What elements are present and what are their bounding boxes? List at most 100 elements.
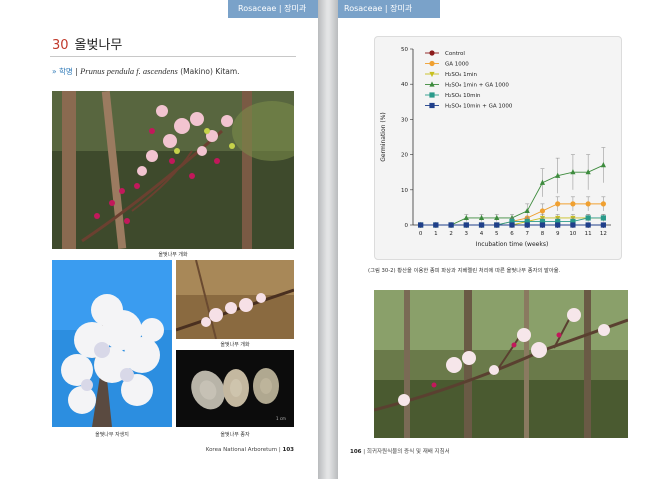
data-point: [478, 214, 485, 221]
x-axis-label: Incubation time (weeks): [476, 241, 549, 248]
data-point: [539, 222, 546, 228]
flowering-branch-photo: [374, 290, 628, 438]
data-point: [555, 222, 561, 228]
data-point: [555, 201, 561, 207]
family-name: Rosaceae: [344, 4, 383, 13]
tab-separator: |: [384, 4, 388, 13]
y-tick-label: 0: [405, 223, 409, 229]
figure-caption: (그림 30-2) 황산을 이용한 종피 파상과 지베렐린 처리에 따른 올벚나…: [368, 268, 561, 274]
data-point: [539, 208, 546, 214]
data-point: [463, 222, 469, 228]
footer-separator: |: [278, 447, 281, 453]
right-page: Rosaceae | 장미과 0 10 20 30 40 50 0 1 2 3 4 5 6 7 8 9 10 11…: [338, 0, 650, 479]
page-number: 103: [282, 447, 294, 453]
data-point: [509, 222, 515, 228]
photo-caption: 올벚나무 개화: [158, 252, 188, 258]
scientific-authority: (Makino) Kitam.: [180, 67, 240, 76]
x-tick-label: 2: [449, 231, 453, 237]
section-tab: Rosaceae | 장미과: [228, 0, 318, 18]
germination-chart: 010203040500 1 2 3 4 5 6 7 8 9 10 11 12 ControlGA 10…: [380, 47, 611, 248]
page-number: 106: [350, 449, 362, 455]
x-tick-label: 10: [569, 231, 576, 237]
chart-panel: 0 10 20 30 40 50 0 1 2 3 4 5 6 7 8 9 10 11 12 Control GA 10…: [374, 36, 622, 260]
x-tick-label: 11: [585, 231, 592, 237]
blossom-photo: [52, 91, 294, 249]
family-name: Rosaceae: [238, 4, 277, 13]
x-tick-label: 1: [434, 231, 438, 237]
data-point: [494, 214, 500, 221]
data-point: [600, 201, 606, 207]
data-point: [429, 71, 435, 78]
data-point: [524, 207, 530, 214]
scientific-label: 학명: [58, 67, 73, 76]
x-tick-label: 12: [600, 231, 607, 237]
data-point: [524, 222, 530, 228]
data-point: [600, 215, 606, 221]
data-point: [570, 169, 576, 175]
data-point: [429, 81, 435, 87]
data-point: [429, 92, 435, 98]
scale-label: 1 cm: [276, 416, 286, 421]
legend-label: H₂SO₄ 1min + GA 1000: [445, 83, 509, 89]
data-point: [570, 201, 576, 207]
x-tick-label: 5: [495, 231, 499, 237]
data-point: [585, 215, 591, 221]
seed-photo: 1 cm: [176, 350, 294, 427]
data-point: [429, 50, 435, 56]
tab-separator: |: [278, 4, 282, 13]
data-point: [463, 214, 469, 221]
legend-label: GA 1000: [445, 62, 469, 68]
data-point: [585, 222, 591, 228]
x-tick-label: 6: [510, 231, 514, 237]
species-number: 30: [52, 38, 69, 53]
y-tick-label: 20: [401, 153, 408, 159]
y-tick-label: 10: [401, 188, 408, 194]
section-tab: Rosaceae | 장미과: [338, 0, 440, 18]
footer-separator: |: [363, 449, 366, 455]
book-gutter: [318, 0, 338, 479]
data-point: [600, 222, 606, 228]
x-tick-label: 4: [480, 231, 484, 237]
data-point: [570, 222, 576, 228]
page-footer: Korea National Arboretum | 103: [206, 447, 294, 453]
data-point: [600, 162, 606, 168]
scientific-name-line: » 학명 | Prunus pendula f. ascendens (Maki…: [52, 66, 240, 77]
x-tick-label: 3: [465, 231, 469, 237]
x-tick-label: 9: [556, 231, 560, 237]
x-tick-label: 7: [525, 231, 529, 237]
legend-label: H₂SO₄ 10min + GA 1000: [445, 104, 513, 110]
footer-text: 희귀자원식물의 증식 및 재배 지침서: [366, 449, 450, 455]
left-page: Rosaceae | 장미과 30 올벚나무 » 학명 | Prunus pend…: [0, 0, 318, 479]
data-point: [433, 222, 439, 228]
y-tick-label: 30: [401, 117, 408, 123]
page-footer: 106 | 희귀자원식물의 증식 및 재배 지침서: [350, 447, 450, 455]
photo-caption: 올벚나무 개화: [220, 342, 250, 348]
series-group: [418, 222, 606, 228]
legend-label: H₂SO₄ 10min: [445, 93, 481, 99]
page-title: 30 올벚나무: [52, 34, 122, 53]
chevron-marker: »: [52, 67, 57, 76]
family-korean: 장미과: [284, 4, 307, 13]
photo-caption: 올벚나무 자생지: [95, 432, 129, 438]
data-point: [429, 102, 435, 109]
title-divider: [50, 56, 296, 57]
tree-habitat-photo: [52, 260, 172, 427]
species-name: 올벚나무: [74, 38, 123, 53]
y-tick-label: 40: [401, 82, 408, 88]
flower-closeup-photo: [176, 260, 294, 339]
legend-label: H₂SO₄ 1min: [445, 72, 477, 78]
legend-label: Control: [445, 51, 465, 57]
data-point: [478, 222, 485, 228]
footer-text: Korea National Arboretum: [205, 447, 278, 453]
y-axis-label: Germination (%): [380, 112, 387, 161]
family-korean: 장미과: [390, 4, 413, 13]
y-tick-label: 50: [401, 47, 408, 53]
scientific-name: Prunus pendula f. ascendens: [80, 66, 178, 76]
data-point: [448, 222, 454, 228]
x-tick-label: 0: [419, 231, 423, 237]
photo-caption: 올벚나무 종자: [220, 432, 250, 438]
data-point: [418, 222, 424, 228]
series-group: [418, 147, 606, 228]
data-point: [585, 201, 591, 207]
x-tick-label: 8: [541, 231, 545, 237]
